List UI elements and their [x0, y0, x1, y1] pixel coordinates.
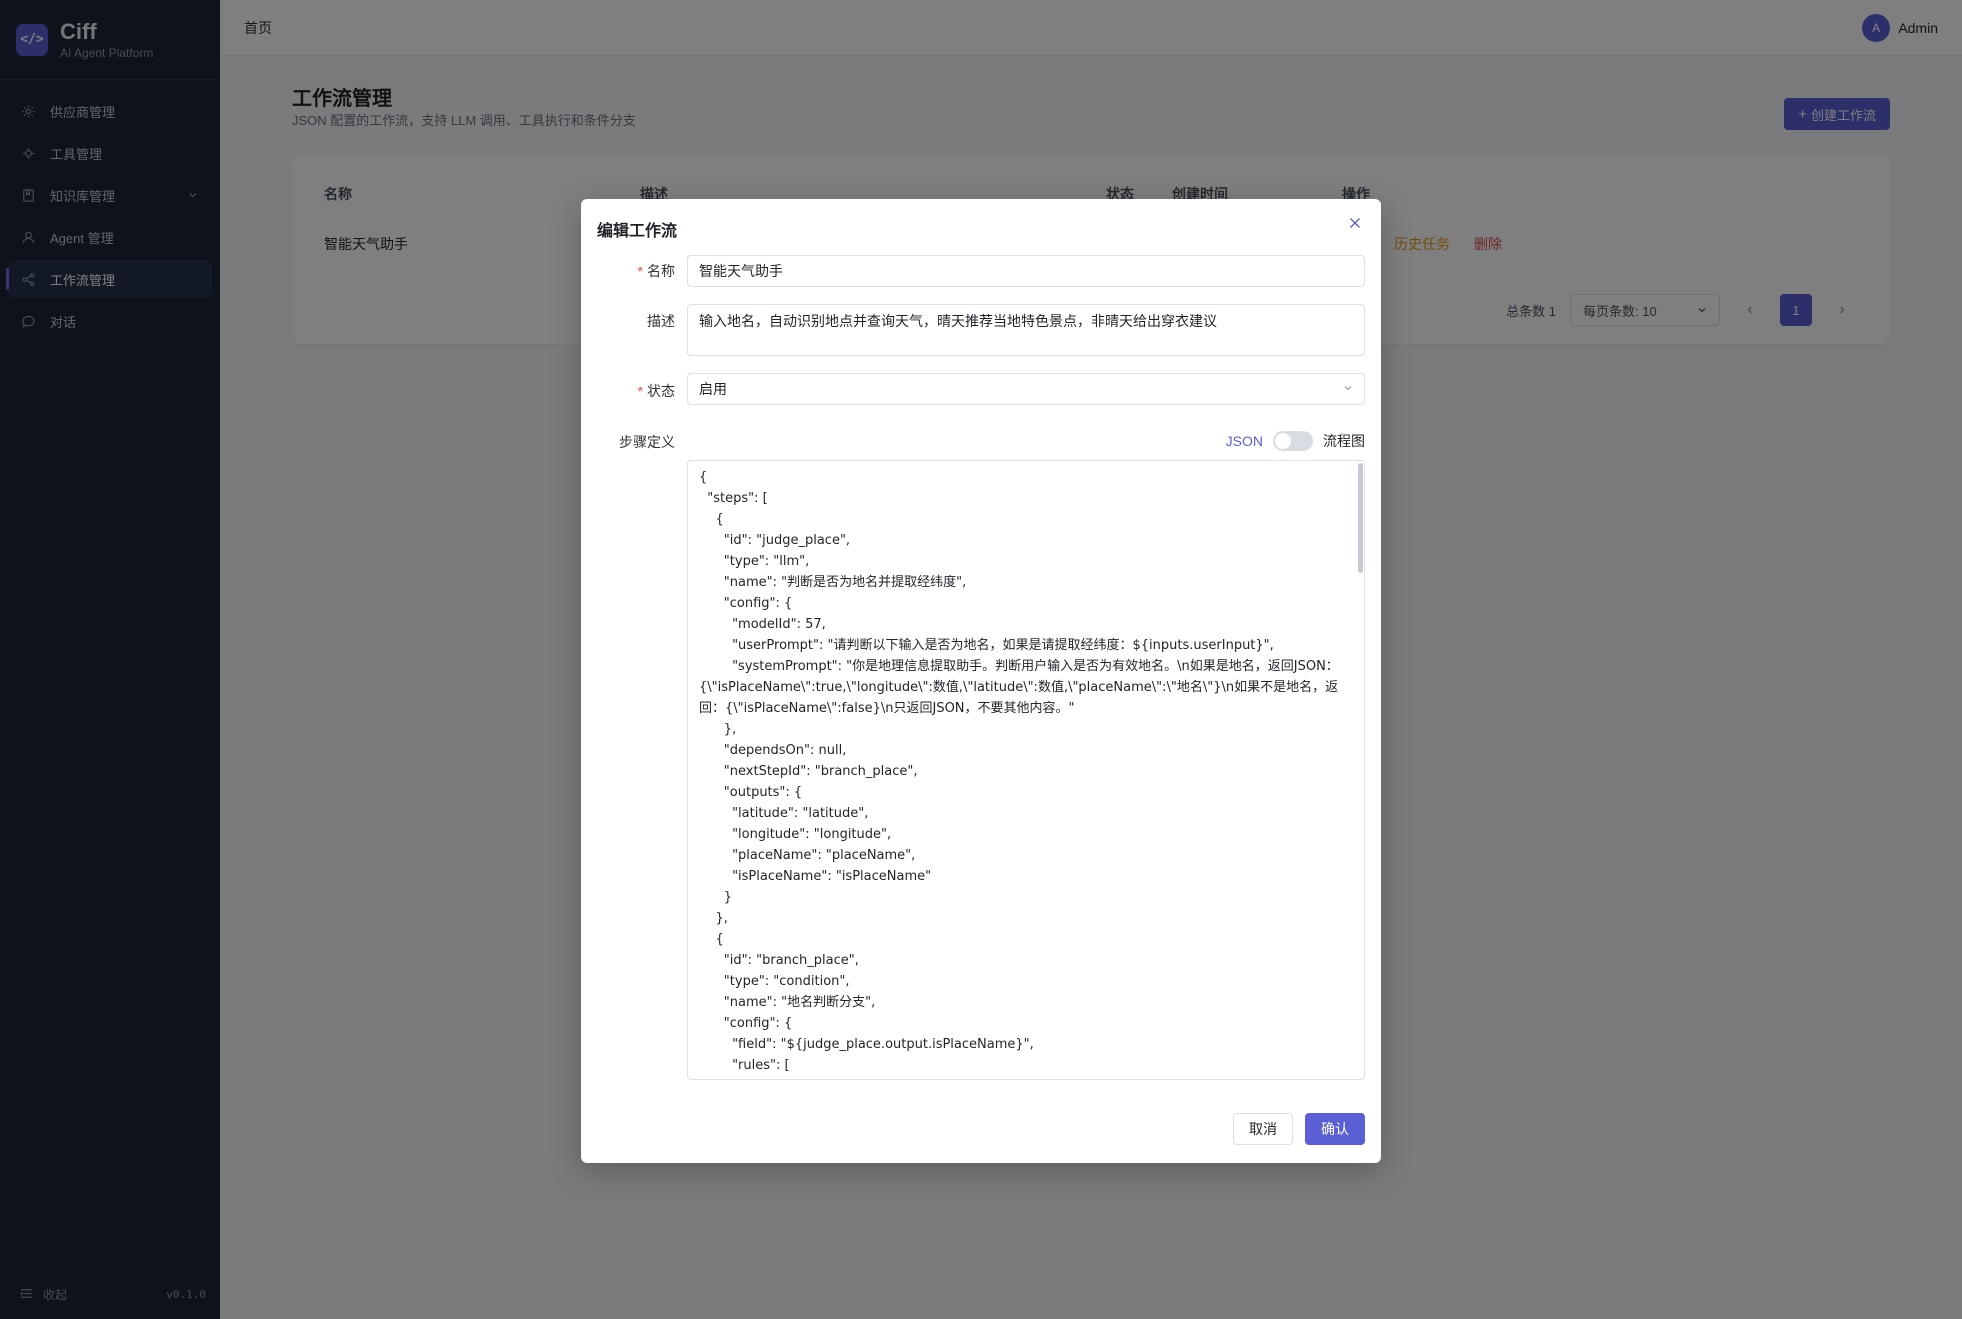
status-value: 启用	[699, 381, 727, 397]
cancel-button[interactable]: 取消	[1233, 1113, 1293, 1145]
view-toggle: JSON 流程图	[1226, 431, 1365, 451]
view-mode-switch[interactable]	[1273, 431, 1313, 451]
description-label: 描述	[647, 313, 675, 329]
status-select[interactable]: 启用	[687, 373, 1365, 405]
name-label: * 名称	[637, 263, 675, 279]
modal-title: 编辑工作流	[597, 223, 678, 240]
steps-json-text[interactable]: { "steps": [ { "id": "judge_place", "typ…	[688, 461, 1364, 1079]
steps-json-editor[interactable]: { "steps": [ { "id": "judge_place", "typ…	[687, 460, 1365, 1080]
confirm-button[interactable]: 确认	[1305, 1113, 1365, 1145]
name-input[interactable]	[687, 255, 1365, 287]
status-label: * 状态	[637, 383, 675, 399]
json-mode-label[interactable]: JSON	[1226, 433, 1263, 449]
modal-footer: 取消 确认	[1233, 1113, 1365, 1145]
steps-label: 步骤定义	[619, 434, 675, 450]
chevron-down-icon	[1343, 382, 1353, 396]
edit-workflow-modal: 编辑工作流 *名称 描述 输入地名，自动识别地点并查询天气，晴天推荐当地特色景点…	[581, 199, 1381, 1163]
close-icon[interactable]	[1345, 213, 1365, 233]
flowchart-mode-label[interactable]: 流程图	[1323, 431, 1365, 451]
editor-scrollbar[interactable]	[1358, 463, 1363, 573]
description-textarea[interactable]: 输入地名，自动识别地点并查询天气，晴天推荐当地特色景点，非晴天给出穿衣建议	[687, 304, 1365, 356]
